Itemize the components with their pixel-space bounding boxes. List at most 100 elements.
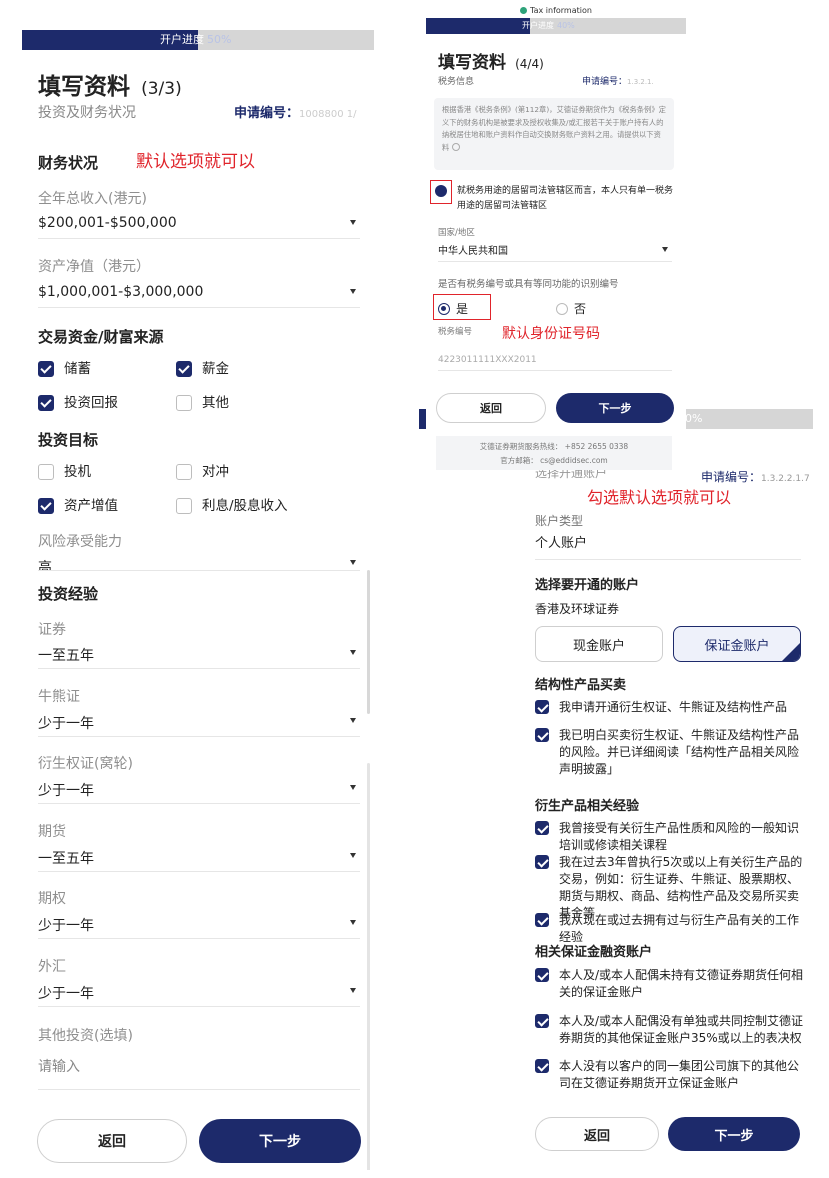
tin-input[interactable]: 4223011111XXX2011 [438,345,672,371]
source-salary-checkbox[interactable]: 薪金 [176,360,229,379]
risk-label: 风险承受能力 [38,534,122,550]
goal-income-checkbox[interactable]: 利息/股息收入 [176,497,288,516]
chevron-down-icon [350,988,356,993]
checkbox-checked-icon [38,395,54,411]
account-selection-screen: 0% 选择开通账户 申请编号：1.3.2.2.1.7 勾选默认选项就可以 账户类… [419,404,813,1170]
next-button[interactable]: 下一步 [556,393,674,423]
footer-contact: 艾德证券期货服务热线： +852 2655 0338 官方邮箱： cs@eddi… [436,436,672,470]
page-title: 填写资料 (3/3) [38,74,182,100]
tin-yes-radio[interactable]: 是 [438,300,468,317]
chevron-down-icon [350,718,356,723]
checkbox-checked-icon [535,968,549,982]
structured-open-checkbox[interactable]: 我申请开通衍生权证、牛熊证及结构性产品 [535,699,805,716]
networth-label: 资产净值（港元） [38,259,150,275]
income-value: $200,001-$500,000 [38,215,177,231]
exp-forex-select[interactable]: 少于一年 [38,981,360,1007]
chevron-down-icon [350,920,356,925]
deriv-training-checkbox[interactable]: 我曾接受有关衍生产品性质和风险的一般知识培训或修读相关课程 [535,820,805,854]
country-value: 中华人民共和国 [438,246,508,257]
checkbox-checked-icon [435,185,447,197]
risk-select[interactable]: 高 [38,555,360,571]
chevron-down-icon [350,785,356,790]
tin-question: 是否有税务编号或具有等同功能的识别编号 [438,279,619,290]
next-button[interactable]: 下一步 [199,1119,361,1163]
checkbox-empty-icon [176,395,192,411]
derivative-heading: 衍生产品相关经验 [535,799,640,814]
exp-futures-select[interactable]: 一至五年 [38,846,360,872]
page-subtitle: 投资及财务状况 [38,105,136,121]
exp-warrant-label: 衍生权证(窝轮) [38,756,133,772]
back-button[interactable]: 返回 [535,1117,659,1151]
back-button[interactable]: 返回 [436,393,546,423]
radio-selected-icon [438,302,450,315]
exp-cbbc-select[interactable]: 少于一年 [38,711,360,737]
networth-value: $1,000,001-$3,000,000 [38,284,204,300]
margin-no-group-checkbox[interactable]: 本人没有以客户的同一集团公司旗下的其他公司在艾德证券期货开立保证金账户 [535,1058,805,1092]
other-investment-input[interactable]: 请输入 [38,1056,360,1090]
source-investment-return-checkbox[interactable]: 投资回报 [38,394,118,413]
checkbox-checked-icon [535,855,549,869]
checkbox-empty-icon [176,464,192,480]
goal-speculation-checkbox[interactable]: 投机 [38,463,91,482]
shield-icon [520,7,528,14]
country-select[interactable]: 中华人民共和国 [438,242,672,262]
exp-warrant-select[interactable]: 少于一年 [38,778,360,804]
experience-scrollbar[interactable] [367,570,370,714]
hotline-text: 艾德证券期货服务热线： +852 2655 0338 [479,442,629,451]
checkbox-empty-icon [176,498,192,514]
progress-bar: 开户进度 50% [22,30,374,50]
email-text: 官方邮箱： cs@eddidsec.com [500,456,608,465]
investment-goal-heading: 投资目标 [38,431,99,449]
country-label: 国家/地区 [438,228,475,238]
structured-risk-checkbox[interactable]: 我已明白买卖衍生权证、牛熊证及结构性产品的风险。并已详细阅读「结构性产品相关风险… [535,727,805,778]
single-residency-checkbox[interactable]: 就税务用途的居留司法管辖区而言，本人只有单一税务用途的居留司法管辖区 [435,184,675,214]
margin-no-account-checkbox[interactable]: 本人及/或本人配偶未持有艾德证券期货任何相关的保证金账户 [535,967,805,1001]
progress-label: 开户进度 [160,33,204,46]
next-button[interactable]: 下一步 [668,1117,800,1151]
structured-heading: 结构性产品买卖 [535,678,627,693]
exp-cbbc-label: 牛熊证 [38,689,80,705]
annotation-default-id: 默认身份证号码 [502,326,600,342]
tin-no-radio[interactable]: 否 [556,300,586,317]
account-type-label: 账户类型 [535,514,584,528]
checkbox-checked-icon [176,361,192,377]
goal-appreciation-checkbox[interactable]: 资产增值 [38,497,118,516]
application-number: 申请编号：1008800 1/ [234,106,357,121]
cash-account-option[interactable]: 现金账户 [535,626,663,662]
progress-text: 开户进度 40% [522,21,575,30]
margin-related-heading: 相关保证金融资账户 [535,945,653,960]
income-select[interactable]: $200,001-$500,000 [38,213,360,239]
tax-information-screen: Tax information 开户进度 40% 填写资料 (4/4) 税务信息 … [426,4,686,470]
checkbox-checked-icon [38,361,54,377]
selected-corner-check-icon [782,643,800,661]
networth-select[interactable]: $1,000,001-$3,000,000 [38,282,360,308]
back-button[interactable]: 返回 [37,1119,187,1163]
checkbox-checked-icon [535,728,549,742]
radio-empty-icon [556,302,568,315]
exp-forex-label: 外汇 [38,959,66,975]
exp-securities-select[interactable]: 一至五年 [38,643,360,669]
account-type-value: 个人账户 [535,536,588,551]
source-savings-checkbox[interactable]: 储蓄 [38,360,91,379]
margin-account-option[interactable]: 保证金账户 [673,626,801,662]
checkbox-checked-icon [535,821,549,835]
chevron-down-icon [662,247,668,252]
progress-text: 开户进度 50% [160,30,231,50]
progress-bar: 开户进度 40% [426,18,686,34]
select-account-hint: 选择开通账户 [535,470,608,480]
checkbox-empty-icon [38,464,54,480]
checkbox-checked-icon [535,700,549,714]
margin-no-control-checkbox[interactable]: 本人及/或本人配偶没有单独或共同控制艾德证券期货的其他保证金账户35%或以上的表… [535,1013,805,1047]
application-number: 申请编号：1.3.2.1. [582,77,654,87]
annotation-check-defaults: 勾选默认选项就可以 [587,488,732,507]
exp-securities-label: 证券 [38,622,66,638]
exp-options-label: 期权 [38,891,66,907]
goal-hedge-checkbox[interactable]: 对冲 [176,463,229,482]
page-title: 填写资料 (4/4) [438,53,544,73]
source-other-checkbox[interactable]: 其他 [176,394,229,413]
exp-options-select[interactable]: 少于一年 [38,913,360,939]
risk-value: 高 [38,560,52,571]
divider [535,559,801,560]
chevron-down-icon [350,853,356,858]
checkbox-checked-icon [535,1014,549,1028]
